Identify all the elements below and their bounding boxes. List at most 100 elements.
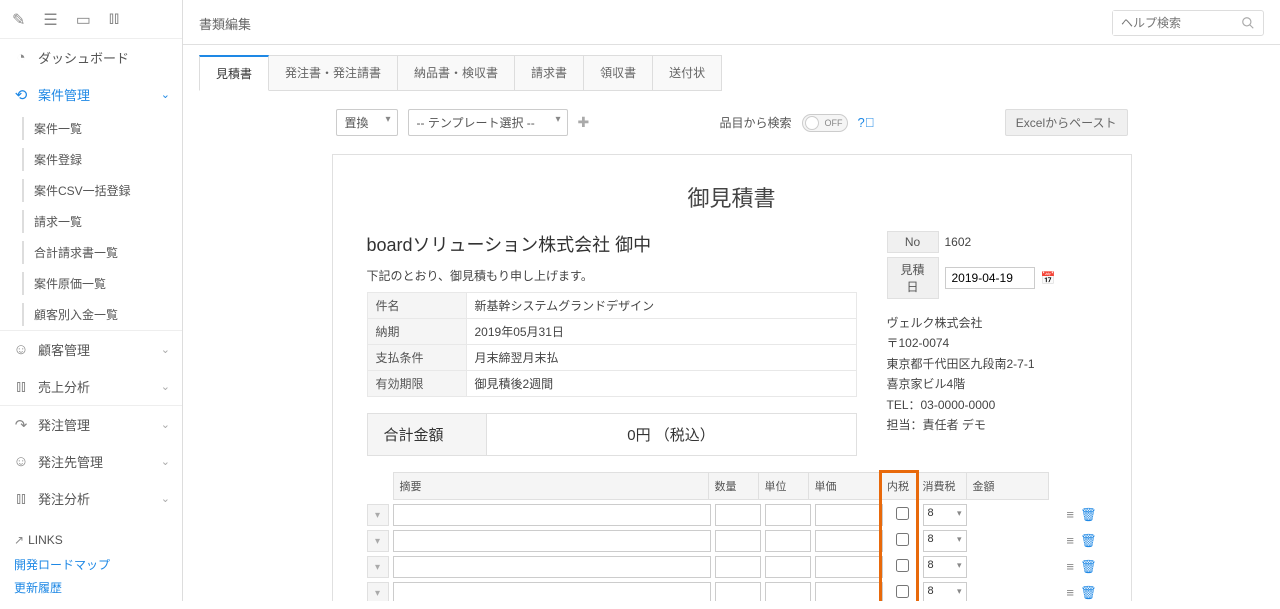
desc-input[interactable] bbox=[393, 530, 711, 552]
price-input[interactable] bbox=[815, 556, 883, 578]
help-search-input[interactable] bbox=[1113, 11, 1233, 35]
desc-input[interactable] bbox=[393, 504, 711, 526]
price-input[interactable] bbox=[815, 504, 883, 526]
sub-anken-new[interactable]: 案件登録 bbox=[0, 144, 182, 175]
template-select[interactable]: -- テンプレート選択 -- bbox=[408, 109, 568, 136]
item-search-toggle[interactable]: OFF bbox=[802, 114, 848, 132]
qty-input[interactable] bbox=[715, 530, 761, 552]
desc-input[interactable] bbox=[393, 556, 711, 578]
link-changelog[interactable]: 更新履歴 bbox=[14, 576, 168, 599]
unit-input[interactable] bbox=[765, 556, 811, 578]
drag-handle[interactable]: ▾ bbox=[367, 504, 389, 526]
doc-toolbar: 置換 -- テンプレート選択 -- ✚ 品目から検索 OFF ?⃝ Excelか… bbox=[332, 109, 1132, 136]
due-value[interactable]: 2019年05月31日 bbox=[467, 319, 857, 345]
qty-input[interactable] bbox=[715, 504, 761, 526]
reorder-icon[interactable]: ≡ bbox=[1066, 559, 1074, 575]
nav-label: 発注先管理 bbox=[38, 452, 103, 471]
link-roadmap[interactable]: 開発ロードマップ bbox=[14, 553, 168, 576]
external-icon: ↗ bbox=[14, 533, 24, 547]
tax-select[interactable]: 8 bbox=[923, 530, 967, 552]
price-input[interactable] bbox=[815, 582, 883, 601]
sub-total-invoice[interactable]: 合計請求書一覧 bbox=[0, 237, 182, 268]
sub-cost-list[interactable]: 案件原価一覧 bbox=[0, 268, 182, 299]
col-unit: 単位 bbox=[759, 472, 809, 500]
nav-order-analysis[interactable]: ⫾⫾ 発注分析 ⌄ bbox=[0, 480, 182, 517]
date-input[interactable] bbox=[945, 267, 1035, 289]
valid-label: 有効期限 bbox=[367, 371, 467, 397]
intax-checkbox[interactable] bbox=[896, 559, 909, 572]
reorder-icon[interactable]: ≡ bbox=[1066, 585, 1074, 601]
company-contact: 担当：責任者 デモ bbox=[887, 415, 1097, 435]
replace-select[interactable]: 置換 bbox=[336, 109, 398, 136]
nav-customer[interactable]: ☺ 顧客管理 ⌄ bbox=[0, 331, 182, 368]
company-block: ヴェルク株式会社 〒102-0074 東京都千代田区九段南2-7-1 喜京家ビル… bbox=[887, 313, 1097, 435]
subject-value[interactable]: 新基幹システムグランドデザイン bbox=[467, 292, 857, 319]
drag-handle[interactable]: ▾ bbox=[367, 582, 389, 601]
sidebar: ✎ ☰ ▭ ⫾⫾ ◔ ダッシュボード ⟲ 案件管理 ⌄ 案件一覧 案件登録 案件… bbox=[0, 0, 183, 601]
qty-input[interactable] bbox=[715, 556, 761, 578]
intax-checkbox[interactable] bbox=[896, 533, 909, 546]
delete-icon[interactable]: 🗑 bbox=[1080, 559, 1097, 575]
tab-delivery[interactable]: 納品書・検収書 bbox=[398, 55, 515, 91]
intax-checkbox[interactable] bbox=[896, 585, 909, 598]
link-icon: ⟲ bbox=[12, 86, 30, 104]
delete-icon[interactable]: 🗑 bbox=[1080, 507, 1097, 523]
topbar: 書類編集 bbox=[183, 0, 1280, 45]
add-template-icon[interactable]: ✚ bbox=[578, 114, 590, 131]
sub-invoice-list[interactable]: 請求一覧 bbox=[0, 206, 182, 237]
arrow-out-icon: ↷ bbox=[12, 416, 30, 434]
unit-input[interactable] bbox=[765, 504, 811, 526]
tab-receipt[interactable]: 領収書 bbox=[584, 55, 653, 91]
sub-anken-list[interactable]: 案件一覧 bbox=[0, 113, 182, 144]
tab-cover[interactable]: 送付状 bbox=[653, 55, 722, 91]
unit-input[interactable] bbox=[765, 530, 811, 552]
card-icon[interactable]: ▭ bbox=[76, 10, 91, 30]
tab-invoice[interactable]: 請求書 bbox=[515, 55, 584, 91]
tax-select[interactable]: 8 bbox=[923, 556, 967, 578]
reorder-icon[interactable]: ≡ bbox=[1066, 533, 1074, 549]
nav-label: 発注管理 bbox=[38, 415, 90, 434]
help-search[interactable] bbox=[1112, 10, 1264, 36]
search-icon[interactable] bbox=[1233, 16, 1263, 30]
drag-handle[interactable]: ▾ bbox=[367, 556, 389, 578]
links-section: ↗LINKS 開発ロードマップ 更新履歴 bbox=[0, 523, 182, 609]
nav-sales[interactable]: ⫾⫾ 売上分析 ⌄ bbox=[0, 368, 182, 405]
col-intax: 内税 bbox=[881, 472, 917, 500]
price-input[interactable] bbox=[815, 530, 883, 552]
nav-order[interactable]: ↷ 発注管理 ⌄ bbox=[0, 406, 182, 443]
sub-anken-csv[interactable]: 案件CSV一括登録 bbox=[0, 175, 182, 206]
amount-cell bbox=[971, 530, 1049, 552]
nav-anken[interactable]: ⟲ 案件管理 ⌄ bbox=[0, 76, 182, 113]
drag-handle[interactable]: ▾ bbox=[367, 530, 389, 552]
reorder-icon[interactable]: ≡ bbox=[1066, 507, 1074, 523]
col-price: 単価 bbox=[809, 472, 881, 500]
list-icon[interactable]: ☰ bbox=[43, 10, 57, 30]
tax-select[interactable]: 8 bbox=[923, 504, 967, 526]
valid-value[interactable]: 御見積後2週間 bbox=[467, 371, 857, 397]
tax-select[interactable]: 8 bbox=[923, 582, 967, 601]
tab-quote[interactable]: 見積書 bbox=[199, 55, 269, 91]
pay-value[interactable]: 月末締翌月末払 bbox=[467, 345, 857, 371]
sub-payment-list[interactable]: 顧客別入金一覧 bbox=[0, 299, 182, 330]
calendar-icon[interactable]: 📅 bbox=[1041, 271, 1056, 285]
nav-dashboard[interactable]: ◔ ダッシュボード bbox=[0, 39, 182, 76]
user-icon: ☺ bbox=[12, 453, 30, 470]
links-heading: ↗LINKS bbox=[14, 533, 168, 547]
excel-paste-button[interactable]: Excelからペースト bbox=[1005, 109, 1128, 136]
desc-input[interactable] bbox=[393, 582, 711, 601]
chart-icon[interactable]: ⫾⫾ bbox=[109, 10, 119, 30]
tab-order[interactable]: 発注書・発注請書 bbox=[269, 55, 398, 91]
delete-icon[interactable]: 🗑 bbox=[1080, 585, 1097, 601]
unit-input[interactable] bbox=[765, 582, 811, 601]
qty-input[interactable] bbox=[715, 582, 761, 601]
delete-icon[interactable]: 🗑 bbox=[1080, 533, 1097, 549]
nav-label: 顧客管理 bbox=[38, 340, 90, 359]
nav-vendor[interactable]: ☺ 発注先管理 ⌄ bbox=[0, 443, 182, 480]
help-icon[interactable]: ?⃝ bbox=[858, 115, 875, 130]
pencil-icon[interactable]: ✎ bbox=[12, 10, 25, 30]
item-row: ▾ 8 ≡ 🗑 bbox=[367, 582, 1097, 601]
main: 書類編集 見積書 発注書・発注請書 納品書・検収書 請求書 領収書 送付状 置換… bbox=[183, 0, 1280, 601]
sidebar-toolbar: ✎ ☰ ▭ ⫾⫾ bbox=[0, 0, 182, 39]
gauge-icon: ◔ bbox=[12, 49, 30, 66]
intax-checkbox[interactable] bbox=[896, 507, 909, 520]
